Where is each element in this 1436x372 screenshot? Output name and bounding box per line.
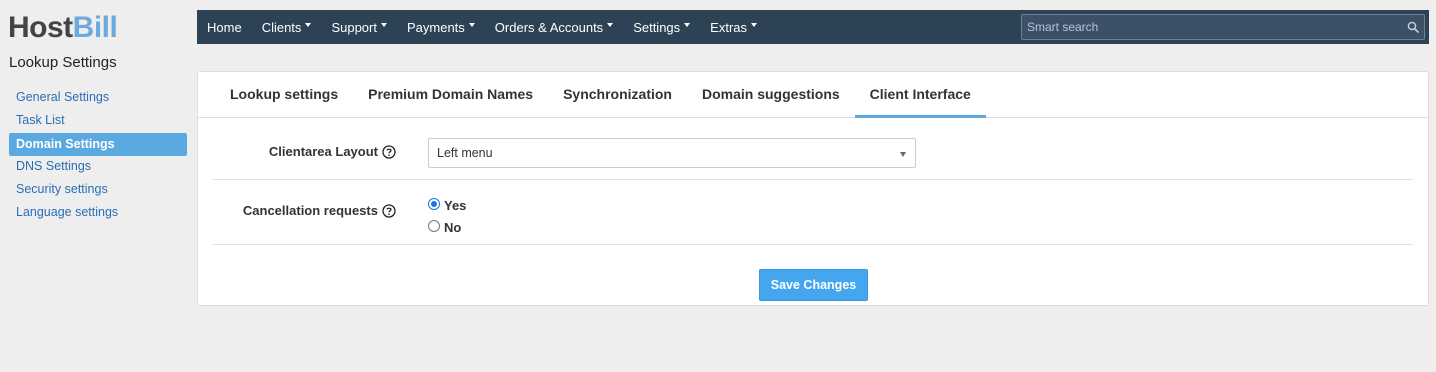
hostbill-logo[interactable]: HostBill	[8, 10, 118, 46]
sidebar-item-language-settings[interactable]: Language settings	[9, 202, 187, 225]
question-circle-icon[interactable]	[382, 144, 396, 159]
caret-down-icon	[751, 23, 758, 27]
nav-orders-accounts[interactable]: Orders & Accounts	[485, 10, 623, 44]
nav-settings[interactable]: Settings	[623, 10, 700, 44]
caret-down-icon	[468, 23, 475, 27]
caret-down-icon	[305, 23, 312, 27]
tab-bar: Lookup settings Premium Domain Names Syn…	[198, 72, 1428, 118]
nav-clients-label: Clients	[261, 19, 302, 35]
sidebar-item-general-settings[interactable]: General Settings	[9, 87, 187, 110]
sidebar-item-security-settings[interactable]: Security settings	[9, 179, 187, 202]
tab-client-interface[interactable]: Client Interface	[854, 72, 986, 118]
clientarea-layout-label: Clientarea Layout	[268, 144, 378, 159]
sidebar-item-dns-settings[interactable]: DNS Settings	[9, 156, 187, 179]
nav-settings-label: Settings	[633, 19, 681, 35]
save-changes-button[interactable]: Save Changes	[759, 269, 868, 301]
tab-premium-domain-names[interactable]: Premium Domain Names	[353, 72, 548, 117]
logo-host-text: Host	[8, 11, 73, 44]
search-icon[interactable]	[1402, 15, 1424, 39]
nav-support-label: Support	[331, 19, 377, 35]
caret-down-icon	[380, 23, 387, 27]
nav-home[interactable]: Home	[197, 10, 252, 44]
logo-bill-text: Bill	[72, 11, 118, 44]
chevron-down-icon	[900, 152, 906, 157]
nav-extras[interactable]: Extras	[700, 10, 767, 44]
settings-panel: Lookup settings Premium Domain Names Syn…	[197, 71, 1429, 306]
top-navigation: Home Clients Support Payments Orders & A…	[197, 10, 1429, 44]
tab-domain-suggestions[interactable]: Domain suggestions	[687, 72, 855, 117]
nav-extras-label: Extras	[710, 19, 748, 35]
sidebar: HostBill Lookup Settings General Setting…	[0, 0, 196, 372]
radio-yes-label: Yes	[444, 197, 467, 213]
tab-lookup-settings[interactable]: Lookup settings	[215, 72, 353, 117]
radio-option-no[interactable]: No	[428, 216, 466, 238]
question-circle-icon[interactable]	[382, 203, 396, 218]
nav-payments-label: Payments	[406, 19, 465, 35]
cancellation-requests-row: Cancellation requests Yes No	[213, 180, 1413, 245]
radio-no[interactable]	[428, 220, 440, 232]
clientarea-layout-label-wrap: Clientarea Layout	[269, 144, 396, 159]
clientarea-layout-select[interactable]: Left menu	[428, 138, 916, 168]
radio-yes[interactable]	[428, 198, 440, 210]
sidebar-item-domain-settings[interactable]: Domain Settings	[9, 133, 187, 156]
tab-synchronization[interactable]: Synchronization	[548, 72, 687, 117]
caret-down-icon	[684, 23, 691, 27]
cancellation-requests-label-wrap: Cancellation requests	[243, 203, 396, 218]
cancellation-requests-radio-group: Yes No	[428, 194, 466, 238]
radio-option-yes[interactable]: Yes	[428, 194, 466, 216]
clientarea-layout-row: Clientarea Layout Left menu	[213, 119, 1413, 180]
nav-payments[interactable]: Payments	[397, 10, 485, 44]
nav-orders-accounts-label: Orders & Accounts	[494, 19, 604, 35]
clientarea-layout-value: Left menu	[437, 146, 493, 160]
nav-support[interactable]: Support	[321, 10, 397, 44]
sidebar-nav: General Settings Task List Domain Settin…	[9, 87, 187, 225]
nav-home-label: Home	[207, 19, 242, 35]
section-title: Lookup Settings	[9, 54, 117, 71]
sidebar-item-task-list[interactable]: Task List	[9, 110, 187, 133]
cancellation-requests-label: Cancellation requests	[242, 203, 378, 218]
nav-clients[interactable]: Clients	[252, 10, 322, 44]
smart-search	[1021, 14, 1425, 40]
radio-no-label: No	[444, 219, 462, 235]
smart-search-input[interactable]	[1022, 15, 1402, 39]
caret-down-icon	[607, 23, 614, 27]
